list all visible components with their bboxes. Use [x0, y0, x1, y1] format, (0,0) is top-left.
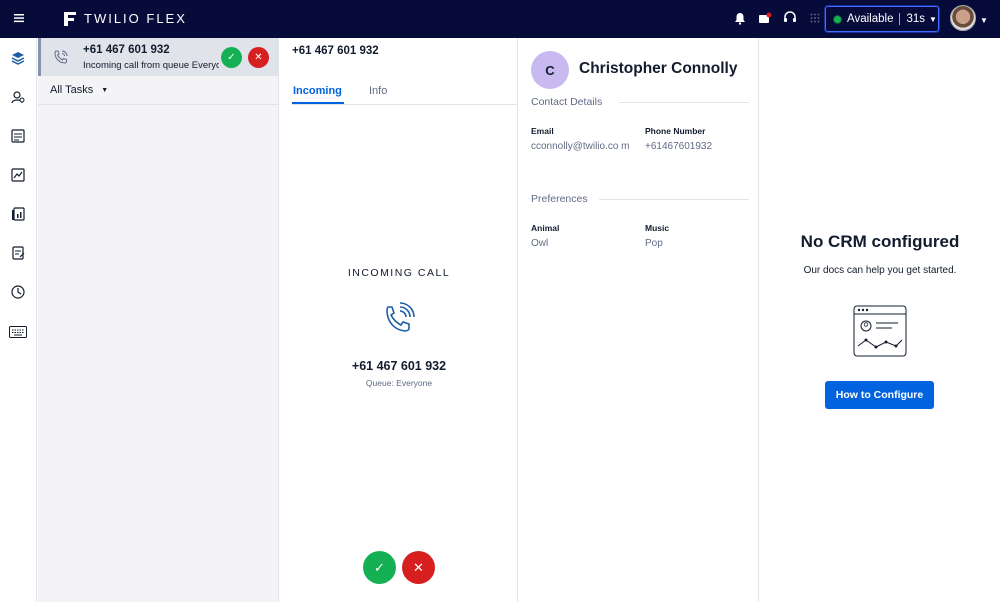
task-accept-button[interactable]: ✓: [221, 47, 242, 68]
filter-label: All Tasks: [50, 84, 94, 96]
customer-avatar: C: [531, 51, 569, 89]
brand-name: TWILIO FLEX: [84, 11, 187, 26]
tab-incoming[interactable]: Incoming: [293, 85, 342, 97]
crm-panel: No CRM configured Our docs can help you …: [760, 38, 1000, 602]
preferences-heading: Preferences: [531, 193, 588, 205]
clock-icon[interactable]: [10, 284, 26, 300]
phone-label: Phone Number: [645, 126, 706, 136]
section-divider: [619, 102, 749, 103]
flex-logo-icon: [64, 11, 76, 26]
task-filter-dropdown[interactable]: All Tasks ▼: [50, 84, 108, 96]
customer-name: Christopher Connolly: [579, 60, 738, 77]
animal-value: Owl: [531, 238, 549, 249]
user-avatar[interactable]: [950, 5, 976, 31]
section-divider: [599, 199, 749, 200]
teams-icon[interactable]: [10, 89, 26, 105]
queues-icon[interactable]: [10, 128, 26, 144]
task-list-panel: +61 467 601 932 Incoming call from queue…: [38, 38, 279, 602]
analytics-icon[interactable]: [10, 167, 26, 183]
call-canvas: +61 467 601 932 Incoming Info INCOMING C…: [280, 38, 518, 602]
caret-down-icon: ▼: [101, 86, 109, 94]
check-icon: ✓: [227, 52, 236, 63]
music-value: Pop: [645, 238, 663, 249]
check-icon: ✓: [374, 559, 385, 575]
close-icon: ✕: [254, 52, 263, 63]
divider: [38, 104, 279, 105]
accept-call-button[interactable]: ✓: [363, 551, 396, 584]
browser-profile-icon: [850, 302, 910, 360]
phone-ringing-icon: [53, 49, 69, 65]
caller-number: +61 467 601 932: [351, 359, 447, 373]
grid-icon[interactable]: [807, 10, 822, 26]
headset-icon[interactable]: [782, 10, 797, 26]
email-label: Email: [531, 126, 554, 136]
queue-name: Queue: Everyone: [365, 378, 433, 388]
task-card[interactable]: +61 467 601 932 Incoming call from queue…: [38, 38, 279, 76]
top-bar: TWILIO FLEX Available 31s ▼ ▼: [0, 0, 1000, 38]
reject-call-button[interactable]: ✕: [402, 551, 435, 584]
how-to-configure-button[interactable]: How to Configure: [825, 381, 934, 409]
status-label: Available: [847, 13, 894, 25]
status-separator: [899, 13, 901, 25]
task-subtitle: Incoming call from queue Everyone: [83, 60, 219, 71]
avatar-chevron-icon[interactable]: ▼: [980, 16, 988, 25]
bell-icon[interactable]: [732, 10, 747, 26]
activity-status-button[interactable]: Available 31s ▼: [824, 5, 940, 33]
music-label: Music: [645, 223, 670, 233]
incoming-call-label: INCOMING CALL: [347, 267, 451, 279]
crm-subtitle: Our docs can help you get started.: [803, 265, 957, 276]
task-title: +61 467 601 932: [83, 44, 170, 56]
email-value: cconnolly@twilio.co m: [531, 141, 630, 152]
chevron-down-icon: ▼: [929, 14, 937, 24]
crm-title: No CRM configured: [800, 232, 960, 251]
active-tab-indicator: [292, 102, 344, 104]
close-icon: ✕: [413, 559, 424, 575]
task-reject-button[interactable]: ✕: [248, 47, 269, 68]
menu-icon[interactable]: [12, 11, 26, 25]
layers-icon[interactable]: [10, 50, 26, 66]
call-title: +61 467 601 932: [292, 45, 379, 57]
customer-details-panel: C Christopher Connolly Contact Details E…: [519, 38, 759, 602]
phone-ringing-icon: [382, 301, 416, 335]
phone-value: +61467601932: [645, 141, 713, 152]
contact-details-heading: Contact Details: [531, 96, 603, 108]
notification-icon[interactable]: [757, 10, 772, 26]
status-indicator: [834, 15, 841, 23]
clipboard-icon[interactable]: [10, 245, 26, 261]
reports-icon[interactable]: [10, 206, 26, 222]
tabs-divider: [292, 104, 518, 105]
tab-info[interactable]: Info: [369, 85, 387, 97]
side-navigation: [0, 38, 37, 602]
keyboard-icon[interactable]: [9, 324, 27, 340]
brand-logo: TWILIO FLEX: [64, 11, 187, 26]
animal-label: Animal: [531, 223, 560, 233]
status-timer: 31s: [906, 13, 926, 25]
